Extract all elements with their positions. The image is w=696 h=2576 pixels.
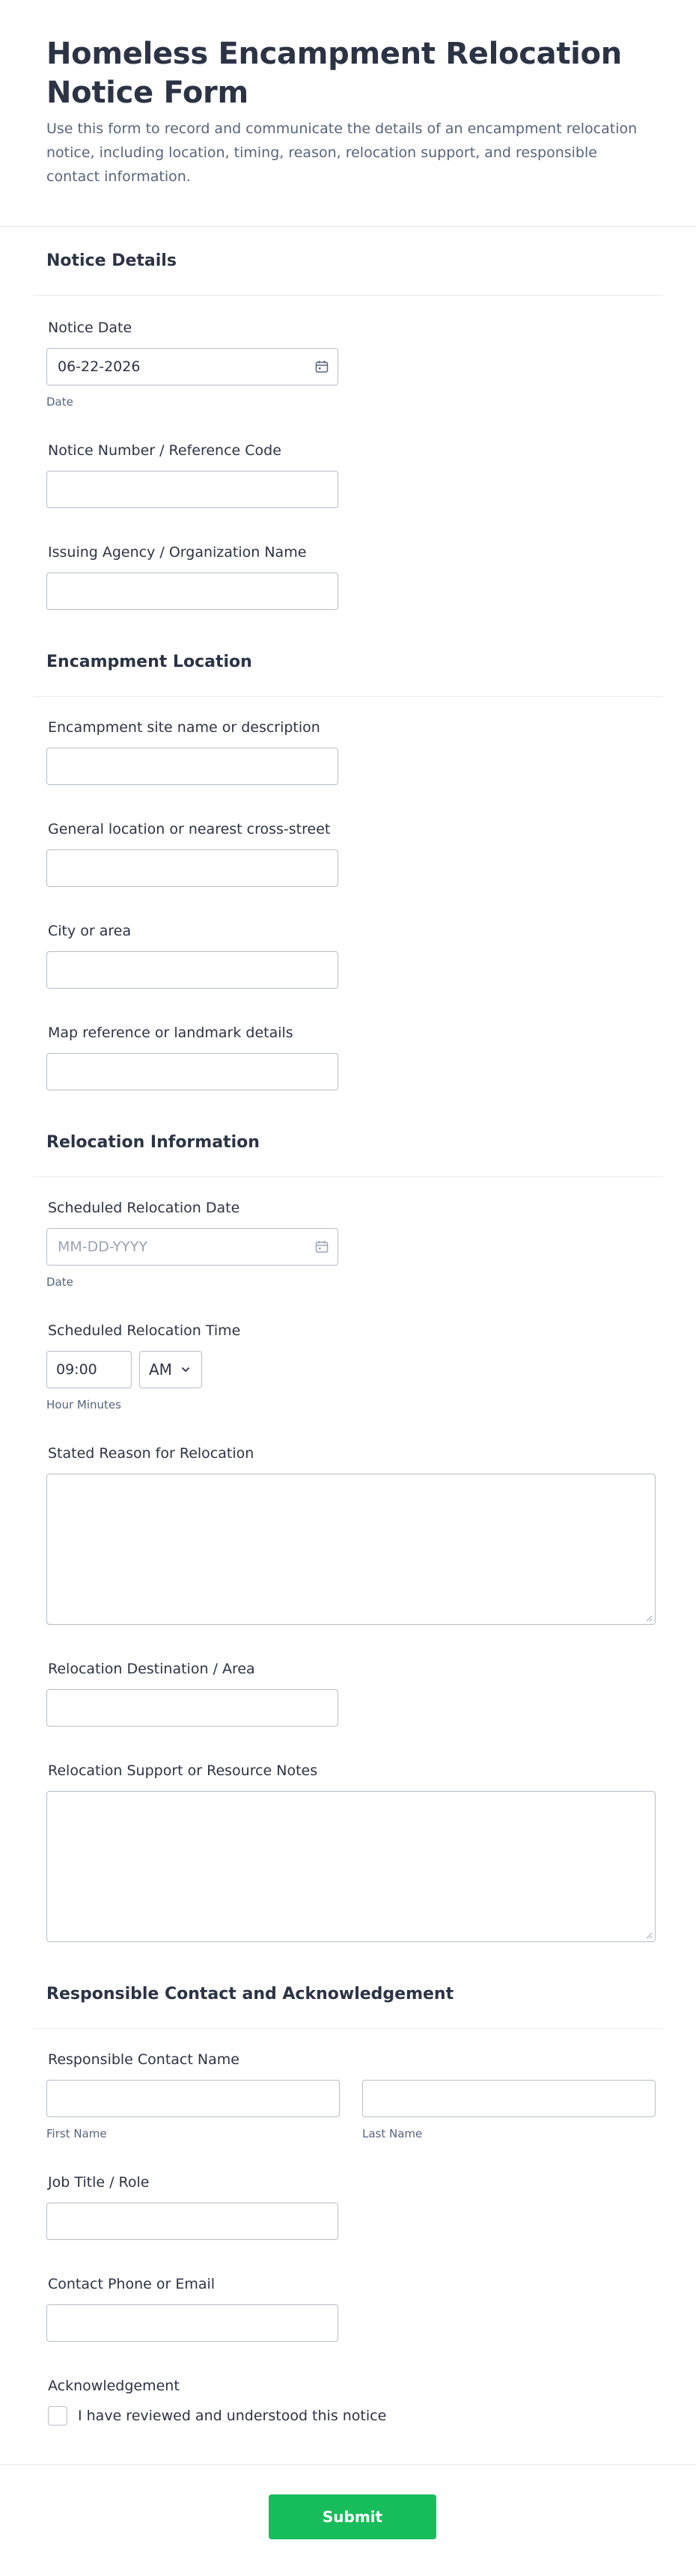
form-footer: Submit xyxy=(0,2464,696,2576)
section-title-relocation-information: Relocation Information xyxy=(33,1108,663,1177)
contact-name-row: First Name Last Name xyxy=(46,2080,656,2141)
first-name-column: First Name xyxy=(46,2080,340,2141)
acknowledgement-label: Acknowledgement xyxy=(48,2378,180,2394)
notice-number-label: Notice Number / Reference Code xyxy=(48,442,281,459)
field-relocation-date: Scheduled Relocation Date Date xyxy=(33,1197,663,1289)
last-name-sublabel: Last Name xyxy=(362,2127,423,2140)
destination-label: Relocation Destination / Area xyxy=(48,1661,255,1677)
resize-handle-icon[interactable] xyxy=(645,1932,653,1939)
relocation-time-sublabel: Hour Minutes xyxy=(46,1398,121,1411)
reason-textarea[interactable] xyxy=(46,1474,656,1625)
notice-date-sublabel: Date xyxy=(46,395,73,409)
city-label: City or area xyxy=(48,923,132,939)
destination-input[interactable] xyxy=(46,1689,338,1727)
section-title-responsible-contact: Responsible Contact and Acknowledgement xyxy=(33,1960,663,2029)
relocation-time-row: AM xyxy=(46,1351,650,1388)
relocation-date-sublabel: Date xyxy=(46,1275,73,1289)
general-location-input[interactable] xyxy=(46,849,338,887)
reason-label: Stated Reason for Relocation xyxy=(48,1445,254,1462)
form-page: Homeless Encampment Relocation Notice Fo… xyxy=(0,0,696,2539)
last-name-input[interactable] xyxy=(362,2080,656,2117)
ampm-select[interactable]: AM xyxy=(139,1351,202,1388)
relocation-date-input[interactable] xyxy=(46,1228,338,1266)
section-title-encampment-location: Encampment Location xyxy=(33,628,663,697)
field-general-location: General location or nearest cross-street xyxy=(33,818,663,887)
contact-phone-email-input[interactable] xyxy=(46,2304,338,2342)
field-site-name: Encampment site name or description xyxy=(33,716,663,785)
relocation-time-input[interactable] xyxy=(46,1351,132,1388)
first-name-input[interactable] xyxy=(46,2080,340,2117)
job-title-label: Job Title / Role xyxy=(48,2174,150,2191)
relocation-date-label: Scheduled Relocation Date xyxy=(48,1200,240,1216)
field-support-notes: Relocation Support or Resource Notes xyxy=(33,1759,663,1942)
form-content: Notice Details Notice Date Date Notice N… xyxy=(0,227,696,2426)
acknowledgement-checkbox[interactable] xyxy=(48,2406,67,2426)
field-job-title: Job Title / Role xyxy=(33,2171,663,2240)
support-notes-textarea[interactable] xyxy=(46,1791,656,1942)
site-name-input[interactable] xyxy=(46,748,338,785)
field-reason: Stated Reason for Relocation xyxy=(33,1442,663,1625)
site-name-label: Encampment site name or description xyxy=(48,719,320,736)
notice-date-label: Notice Date xyxy=(48,320,132,336)
section-title-notice-details: Notice Details xyxy=(33,227,663,296)
field-contact-name: Responsible Contact Name First Name Last… xyxy=(33,2048,663,2141)
field-agency: Issuing Agency / Organization Name xyxy=(33,541,663,610)
form-subtitle: Use this form to record and communicate … xyxy=(46,120,638,185)
general-location-label: General location or nearest cross-street xyxy=(48,821,331,837)
map-reference-input[interactable] xyxy=(46,1053,338,1090)
first-name-sublabel: First Name xyxy=(46,2127,107,2140)
notice-date-wrapper xyxy=(46,348,338,385)
relocation-time-label: Scheduled Relocation Time xyxy=(48,1322,241,1339)
resize-handle-icon[interactable] xyxy=(645,1614,653,1622)
city-input[interactable] xyxy=(46,951,338,989)
field-contact-phone-email: Contact Phone or Email xyxy=(33,2273,663,2342)
job-title-input[interactable] xyxy=(46,2203,338,2240)
relocation-date-wrapper xyxy=(46,1228,338,1266)
form-header: Homeless Encampment Relocation Notice Fo… xyxy=(0,0,696,227)
chevron-down-icon xyxy=(181,1367,190,1373)
field-acknowledgement: Acknowledgement I have reviewed and unde… xyxy=(33,2375,663,2426)
acknowledgement-row[interactable]: I have reviewed and understood this noti… xyxy=(46,2406,650,2426)
last-name-column: Last Name xyxy=(362,2080,656,2141)
calendar-icon[interactable] xyxy=(314,359,329,374)
notice-number-input[interactable] xyxy=(46,471,338,508)
notice-date-input[interactable] xyxy=(46,348,338,385)
support-textarea-wrapper xyxy=(46,1791,656,1942)
acknowledgement-checkbox-label[interactable]: I have reviewed and understood this noti… xyxy=(78,2408,386,2424)
reason-textarea-wrapper xyxy=(46,1474,656,1625)
field-notice-number: Notice Number / Reference Code xyxy=(33,439,663,508)
agency-label: Issuing Agency / Organization Name xyxy=(48,544,307,561)
field-map-reference: Map reference or landmark details xyxy=(33,1022,663,1090)
field-relocation-time: Scheduled Relocation Time AM Hour Minute… xyxy=(33,1319,663,1412)
field-city: City or area xyxy=(33,920,663,989)
submit-button[interactable]: Submit xyxy=(269,2494,436,2539)
form-title: Homeless Encampment Relocation Notice Fo… xyxy=(46,37,622,110)
contact-name-label: Responsible Contact Name xyxy=(48,2051,239,2068)
field-destination: Relocation Destination / Area xyxy=(33,1658,663,1727)
agency-input[interactable] xyxy=(46,573,338,610)
contact-phone-email-label: Contact Phone or Email xyxy=(48,2276,216,2292)
map-reference-label: Map reference or landmark details xyxy=(48,1025,293,1041)
ampm-value: AM xyxy=(149,1361,172,1379)
support-notes-label: Relocation Support or Resource Notes xyxy=(48,1762,318,1779)
calendar-icon[interactable] xyxy=(314,1239,329,1254)
field-notice-date: Notice Date Date xyxy=(33,317,663,409)
